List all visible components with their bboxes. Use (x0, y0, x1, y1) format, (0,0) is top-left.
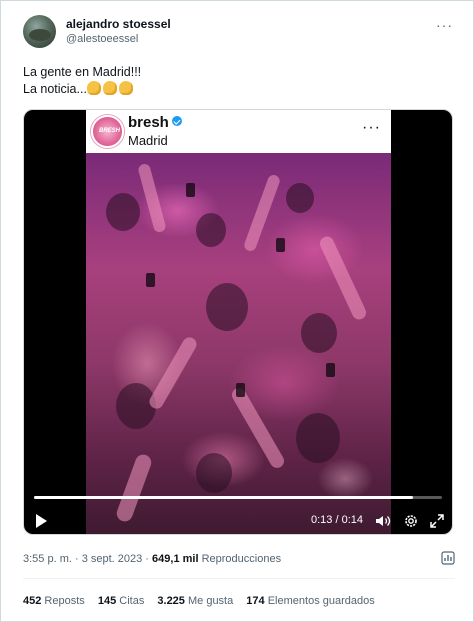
ok-hand-emoji-icon (118, 81, 133, 95)
reposts-stat[interactable]: 452 Reposts (23, 595, 85, 607)
author-handle[interactable]: @alestoeessel (66, 33, 138, 45)
video-time: 0:13 / 0:14 (311, 514, 363, 526)
bookmarks-label: Elementos guardados (267, 595, 375, 607)
reposts-count: 452 (23, 595, 42, 607)
video-progress-fill (34, 496, 414, 499)
settings-gear-icon[interactable] (403, 513, 419, 529)
embedded-instagram-video: BRESH bresh Madrid ··· (86, 110, 391, 534)
instagram-post-header: BRESH bresh Madrid ··· (86, 110, 391, 153)
video-controls: 0:13 / 0:14 (24, 506, 452, 534)
more-options-icon[interactable]: ··· (436, 17, 453, 33)
tweet-card: alejandro stoessel @alestoeessel ··· La … (0, 0, 474, 622)
bookmarks-stat[interactable]: 174 Elementos guardados (246, 595, 374, 607)
video-progress-bar[interactable] (34, 496, 442, 499)
likes-label: Me gusta (187, 595, 234, 607)
tweet-line-1: La gente en Madrid!!! (23, 65, 142, 79)
concert-crowd-image (86, 153, 391, 534)
instagram-more-icon: ··· (362, 119, 381, 136)
instagram-account-name: bresh (128, 114, 182, 131)
quotes-label: Citas (119, 595, 145, 607)
author-avatar[interactable] (23, 15, 56, 48)
video-player[interactable]: BRESH bresh Madrid ··· 0:13 / 0:14 (23, 109, 453, 535)
analytics-icon[interactable] (441, 551, 455, 565)
ok-hand-emoji-icon (102, 81, 117, 95)
instagram-account-text: bresh (128, 114, 169, 131)
volume-icon[interactable] (375, 514, 391, 528)
tweet-text: La gente en Madrid!!! La noticia... (23, 64, 141, 98)
quotes-stat[interactable]: 145 Citas (98, 595, 144, 607)
reposts-label: Reposts (44, 595, 85, 607)
play-icon[interactable] (36, 514, 47, 528)
fullscreen-icon[interactable] (429, 513, 445, 529)
likes-count: 3.225 (157, 595, 185, 607)
tweet-timestamp[interactable]: 3:55 p. m. · 3 sept. 2023 (23, 553, 142, 565)
tweet-line-2-text: La noticia... (23, 82, 87, 96)
tweet-header: alejandro stoessel @alestoeessel ··· (23, 15, 463, 49)
meta-separator: · (142, 553, 153, 565)
engagement-stats: 452 Reposts 145 Citas 3.225 Me gusta 174… (23, 595, 385, 607)
tweet-line-2: La noticia... (23, 81, 141, 98)
divider (23, 578, 455, 579)
bookmarks-count: 174 (246, 595, 265, 607)
quotes-count: 145 (97, 595, 117, 607)
verified-badge-icon (171, 116, 182, 126)
likes-stat[interactable]: 3.225 Me gusta (157, 595, 233, 607)
views-count: 649,1 mil (152, 553, 199, 565)
views-label: Reproducciones (201, 553, 282, 565)
author-name[interactable]: alejandro stoessel (66, 17, 171, 31)
bresh-avatar: BRESH (91, 115, 124, 148)
instagram-location: Madrid (128, 133, 168, 148)
tweet-meta: 3:55 p. m. · 3 sept. 2023 · 649,1 mil Re… (23, 553, 281, 565)
ok-hand-emoji-icon (86, 81, 101, 95)
